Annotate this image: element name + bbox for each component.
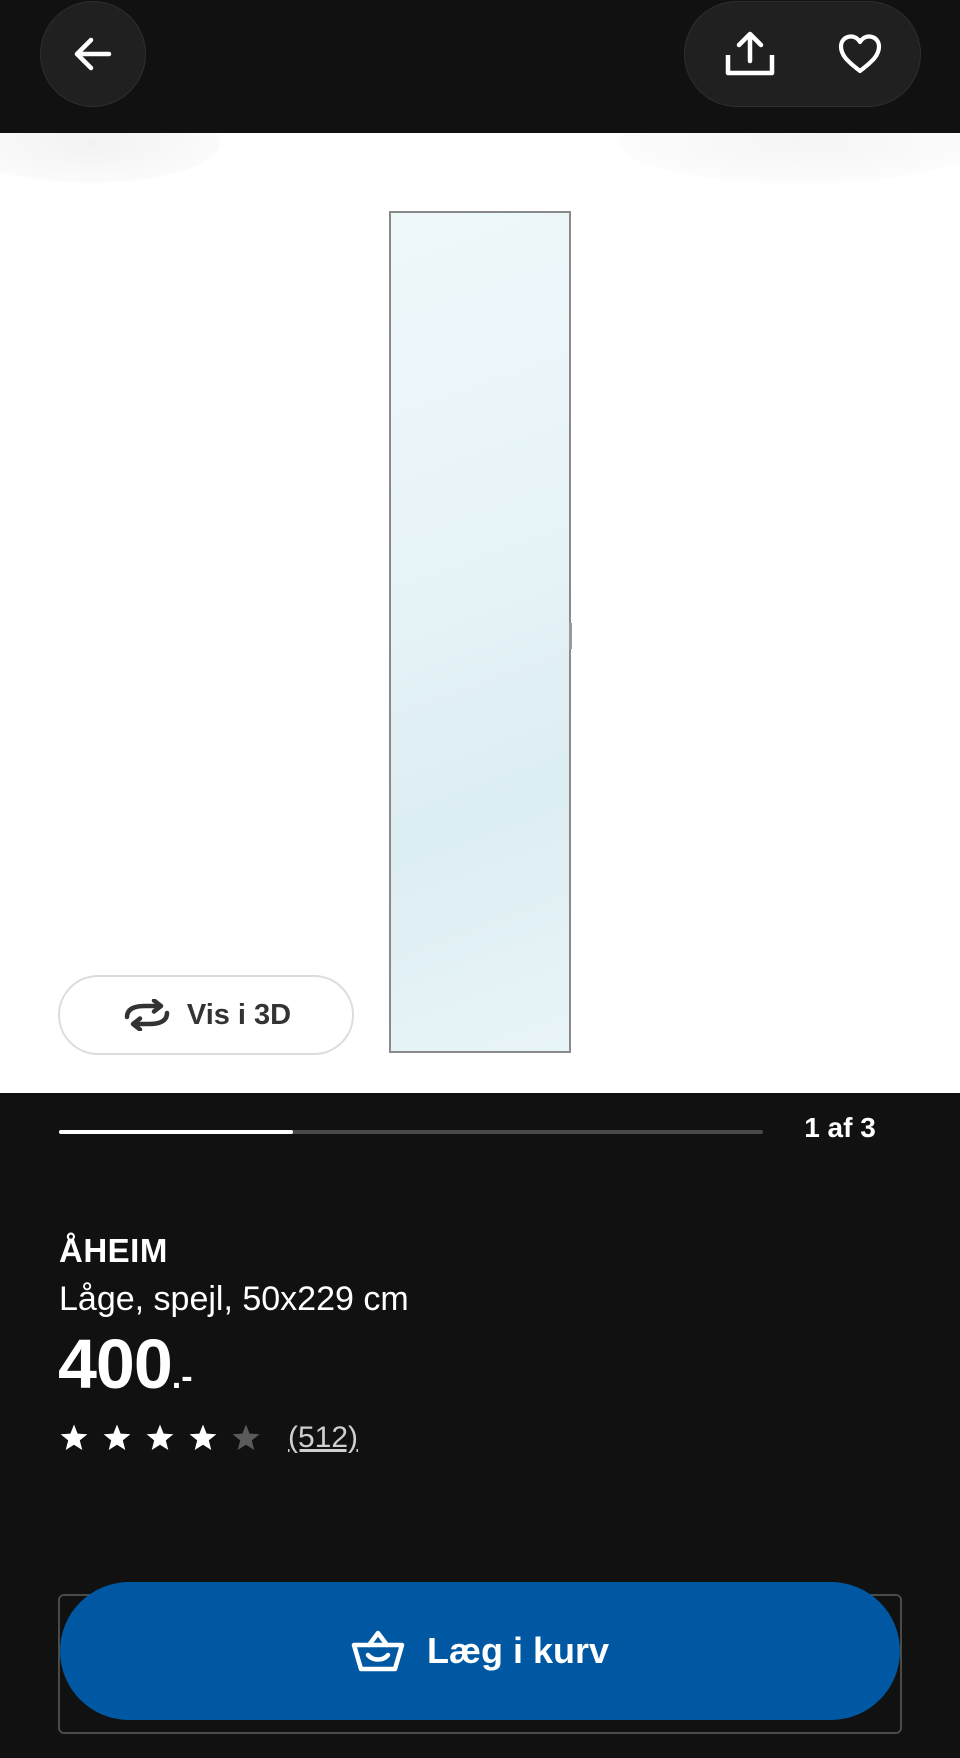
add-to-cart-button[interactable]: Læg i kurv xyxy=(60,1582,900,1720)
gallery-progress-bar xyxy=(59,1130,763,1134)
back-button[interactable] xyxy=(40,1,146,107)
price-main: 400 xyxy=(58,1325,173,1403)
star-filled-icon xyxy=(60,1424,88,1450)
share-button[interactable] xyxy=(705,2,795,106)
product-rating[interactable]: (512) xyxy=(59,1418,358,1458)
rotate-arrows-icon xyxy=(124,999,170,1031)
star-filled-icon xyxy=(189,1424,217,1450)
gallery-progress-fill xyxy=(59,1130,294,1134)
gallery-counter: 1 af 3 xyxy=(804,1112,876,1143)
view-in-3d-label: Vis i 3D xyxy=(186,998,292,1031)
product-image-gallery[interactable]: Vis i 3D xyxy=(0,133,960,1093)
arrow-left-icon xyxy=(74,37,112,71)
star-filled-icon xyxy=(103,1424,131,1450)
star-filled-icon xyxy=(146,1424,174,1450)
product-price: 400.- xyxy=(58,1324,193,1404)
star-empty-icon xyxy=(232,1424,260,1450)
product-name: ÅHEIM xyxy=(59,1232,168,1269)
view-in-3d-button[interactable]: Vis i 3D xyxy=(58,975,354,1055)
favorite-button[interactable] xyxy=(815,2,905,106)
price-suffix: .- xyxy=(171,1358,193,1396)
top-bar xyxy=(0,0,960,133)
share-upload-icon xyxy=(725,31,775,76)
rating-stars xyxy=(59,1423,274,1453)
review-count-link[interactable]: (512) xyxy=(288,1421,358,1455)
add-to-cart-label: Læg i kurv xyxy=(426,1630,610,1671)
product-description: Låge, spejl, 50x229 cm xyxy=(59,1280,409,1318)
product-image-mirror-door xyxy=(389,211,572,1053)
header-actions xyxy=(684,1,921,107)
heart-outline-icon xyxy=(838,34,882,74)
basket-icon xyxy=(351,1630,405,1672)
